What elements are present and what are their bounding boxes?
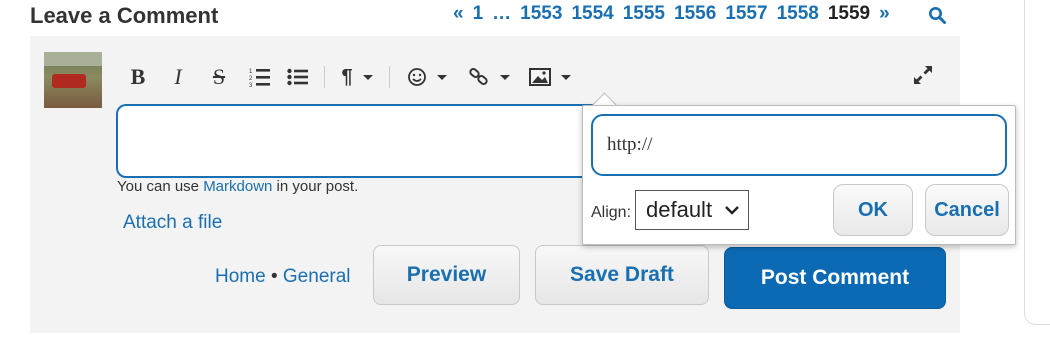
markdown-link[interactable]: Markdown: [203, 178, 272, 195]
post-comment-button[interactable]: Post Comment: [724, 247, 946, 309]
pagination-current: 1559: [827, 3, 871, 24]
pagination-page[interactable]: 1558: [777, 3, 819, 25]
ok-button[interactable]: OK: [833, 184, 913, 236]
search-icon[interactable]: [928, 6, 946, 24]
help-prefix: You can use: [117, 178, 204, 195]
sidebar-edge: [1024, 0, 1050, 325]
paragraph-dropdown[interactable]: ¶: [333, 61, 381, 93]
help-suffix: in your post.: [272, 178, 359, 195]
pagination-prev[interactable]: «: [453, 3, 464, 25]
cancel-button[interactable]: Cancel: [925, 184, 1009, 236]
image-icon: [529, 68, 551, 86]
svg-text:2: 2: [249, 76, 253, 82]
pagination-page[interactable]: 1555: [623, 3, 665, 25]
editor-toolbar: B I S 123 ¶: [118, 60, 578, 94]
breadcrumb: Home • General: [215, 266, 351, 288]
unordered-list-icon[interactable]: [280, 61, 316, 93]
pagination-first[interactable]: 1: [473, 3, 484, 25]
insert-image-popup: http:// Align: default OK Cancel: [582, 105, 1016, 245]
attach-file-link[interactable]: Attach a file: [123, 212, 222, 234]
chevron-down-icon: [561, 74, 571, 80]
link-icon: [469, 68, 488, 85]
pagination-page[interactable]: 1553: [520, 3, 562, 25]
align-select[interactable]: default: [635, 190, 749, 230]
chevron-down-icon: [500, 74, 510, 80]
svg-text:1: 1: [249, 69, 253, 75]
align-select-value: default: [646, 197, 713, 222]
page-title: Leave a Comment: [30, 3, 219, 28]
ordered-list-icon[interactable]: 123: [240, 61, 280, 93]
italic-icon[interactable]: I: [158, 61, 198, 93]
avatar: [44, 52, 102, 108]
emoji-icon: [408, 68, 426, 86]
pagination-ellipsis: …: [492, 3, 512, 24]
chevron-down-icon: [725, 206, 739, 215]
save-draft-button[interactable]: Save Draft: [535, 245, 709, 305]
preview-button[interactable]: Preview: [373, 245, 520, 305]
emoji-dropdown[interactable]: [398, 61, 456, 93]
svg-text:3: 3: [249, 83, 253, 87]
breadcrumb-category[interactable]: General: [283, 266, 351, 287]
pagination: « 1 … 1553 1554 1555 1556 1557 1558 1559…: [453, 3, 899, 25]
toolbar-divider: [324, 66, 325, 88]
markdown-help: You can use Markdown in your post.: [117, 178, 358, 195]
chevron-down-icon: [362, 74, 373, 80]
chevron-down-icon: [437, 74, 447, 80]
bold-icon[interactable]: B: [118, 61, 158, 93]
pagination-page[interactable]: 1554: [571, 3, 613, 25]
strikethrough-icon[interactable]: S: [198, 61, 240, 93]
pagination-page[interactable]: 1556: [674, 3, 716, 25]
align-label: Align:: [591, 204, 632, 221]
comment-editor[interactable]: [116, 104, 598, 178]
pagination-next[interactable]: »: [879, 3, 890, 25]
paragraph-icon: ¶: [341, 65, 353, 88]
image-dropdown[interactable]: [522, 61, 578, 93]
link-dropdown[interactable]: [456, 61, 522, 93]
image-url-input[interactable]: http://: [591, 114, 1007, 176]
pagination-page[interactable]: 1557: [725, 3, 767, 25]
toolbar-divider: [389, 66, 390, 88]
breadcrumb-separator: •: [270, 266, 278, 287]
expand-icon[interactable]: [912, 64, 934, 91]
breadcrumb-home[interactable]: Home: [215, 266, 266, 287]
